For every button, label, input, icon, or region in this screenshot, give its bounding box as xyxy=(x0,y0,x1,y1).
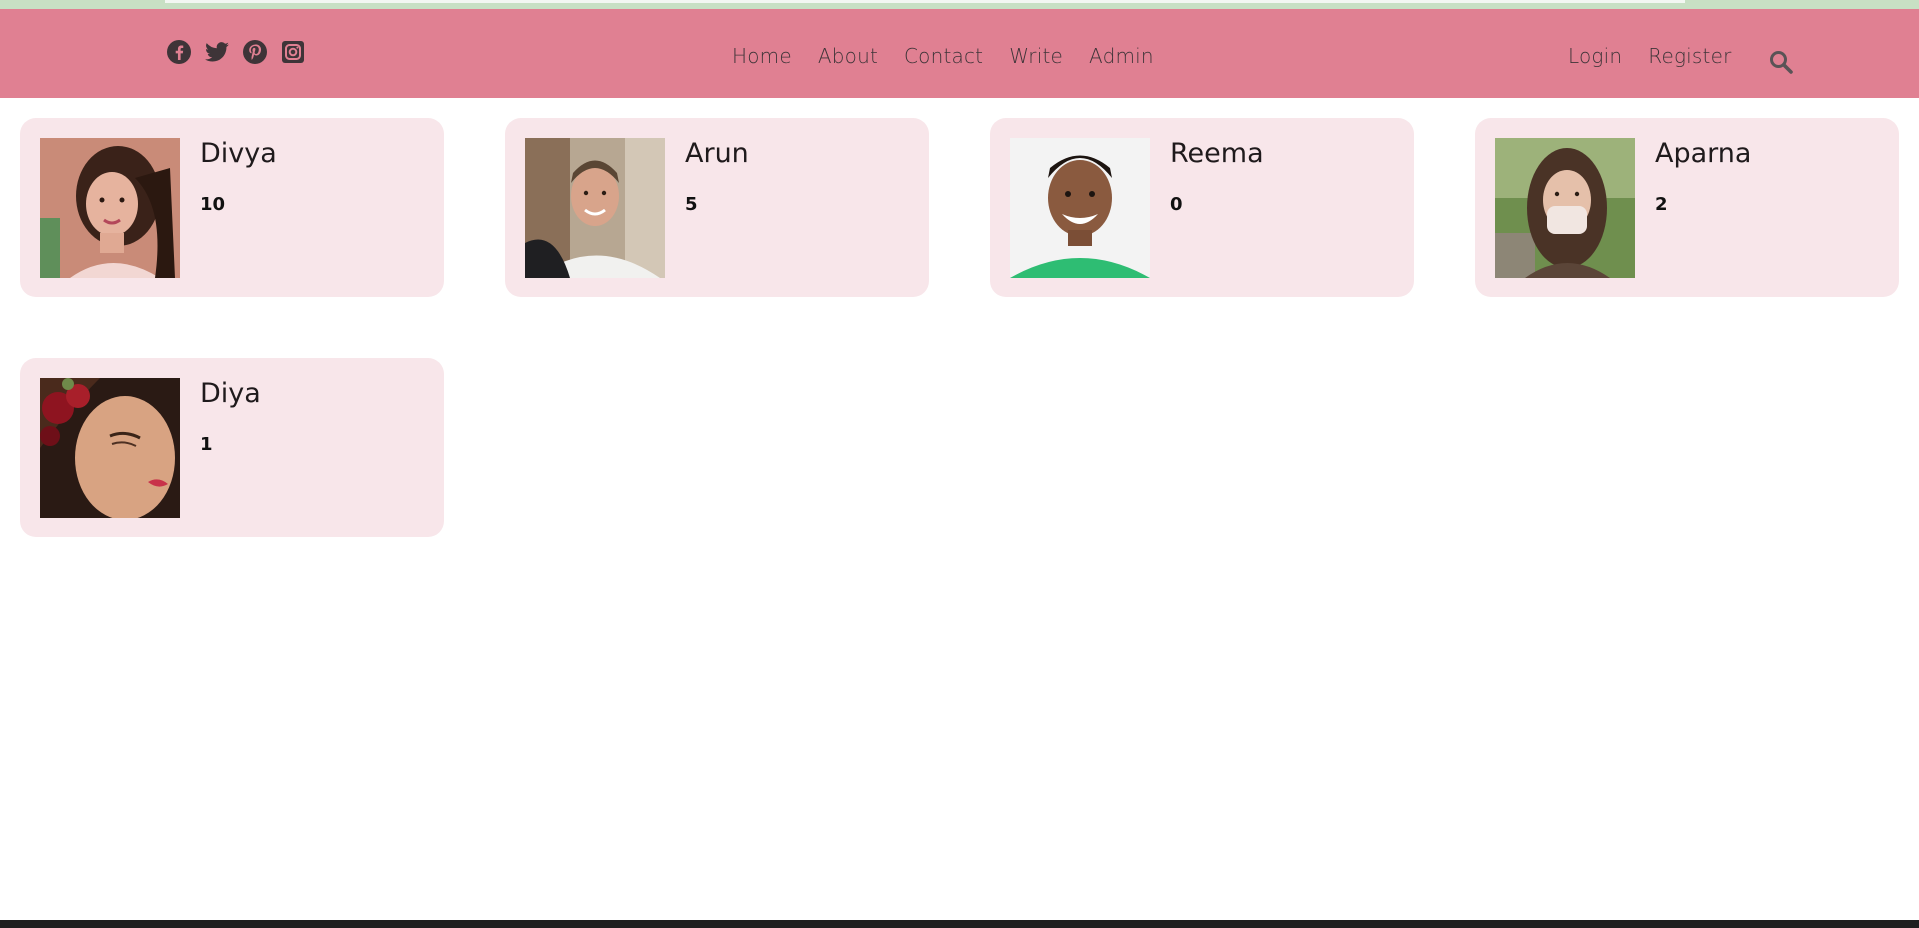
author-name: Reema xyxy=(1170,138,1264,169)
author-post-count: 10 xyxy=(200,194,226,215)
author-card-aparna[interactable]: Aparna 2 xyxy=(1475,118,1899,297)
nav-link-write[interactable]: Write xyxy=(1009,43,1063,69)
author-card-divya[interactable]: Divya 10 xyxy=(20,118,444,297)
author-name: Divya xyxy=(200,138,277,169)
nav-link-contact[interactable]: Contact xyxy=(904,43,983,69)
author-avatar xyxy=(525,138,665,278)
navbar: Home About Contact Write Admin Login Reg… xyxy=(0,9,1919,98)
top-accent-strip xyxy=(0,0,1919,9)
author-post-count: 5 xyxy=(685,194,698,215)
twitter-icon[interactable] xyxy=(204,39,230,65)
author-avatar xyxy=(1010,138,1150,278)
author-name: Aparna xyxy=(1655,138,1752,169)
author-avatar xyxy=(40,378,180,518)
author-post-count: 0 xyxy=(1170,194,1183,215)
author-card-reema[interactable]: Reema 0 xyxy=(990,118,1414,297)
social-links xyxy=(166,39,306,65)
login-link[interactable]: Login xyxy=(1568,43,1622,69)
main-nav: Home About Contact Write Admin xyxy=(732,43,1154,69)
instagram-icon[interactable] xyxy=(280,39,306,65)
author-name: Diya xyxy=(200,378,261,409)
author-name: Arun xyxy=(685,138,749,169)
facebook-icon[interactable] xyxy=(166,39,192,65)
footer-bar xyxy=(0,920,1919,928)
register-link[interactable]: Register xyxy=(1648,43,1731,69)
pinterest-icon[interactable] xyxy=(242,39,268,65)
author-avatar xyxy=(1495,138,1635,278)
auth-nav: Login Register xyxy=(1568,43,1732,69)
author-card-arun[interactable]: Arun 5 xyxy=(505,118,929,297)
nav-link-home[interactable]: Home xyxy=(732,43,792,69)
author-avatar xyxy=(40,138,180,278)
author-card-diya[interactable]: Diya 1 xyxy=(20,358,444,537)
top-accent-highlight xyxy=(165,0,1685,3)
author-post-count: 1 xyxy=(200,434,213,455)
author-post-count: 2 xyxy=(1655,194,1668,215)
search-icon[interactable] xyxy=(1768,49,1794,75)
nav-link-about[interactable]: About xyxy=(818,43,878,69)
nav-link-admin[interactable]: Admin xyxy=(1089,43,1154,69)
